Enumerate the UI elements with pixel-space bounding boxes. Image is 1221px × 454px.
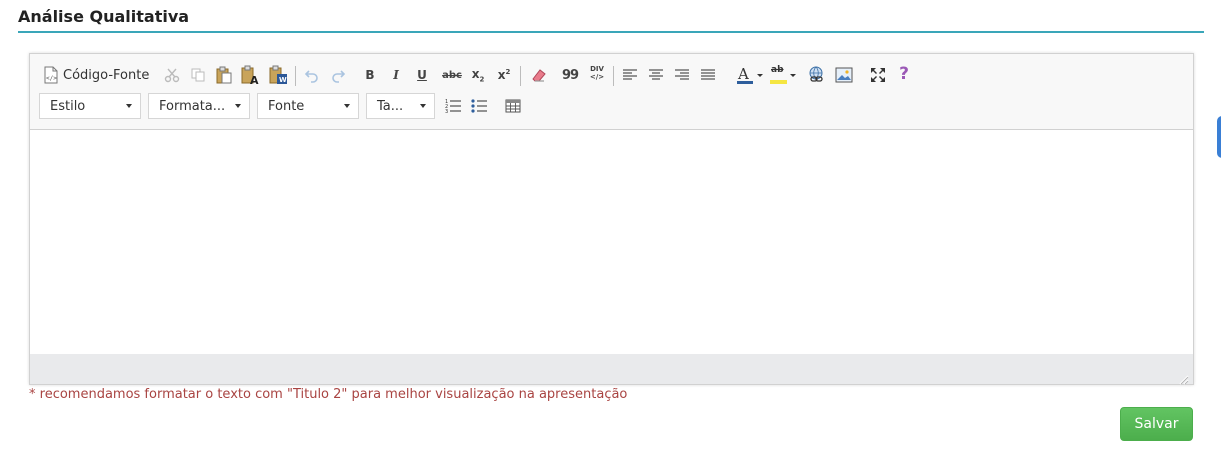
blockquote-button[interactable]: 99 xyxy=(559,64,581,86)
svg-text:A: A xyxy=(250,74,259,85)
paste-word-icon: W xyxy=(269,65,289,85)
numbered-list-button[interactable]: 123 xyxy=(442,95,464,117)
formatting-hint: * recomendamos formatar o texto com "Tit… xyxy=(29,387,628,402)
help-button[interactable]: ? xyxy=(893,63,915,85)
help-icon: ? xyxy=(899,64,909,84)
table-button[interactable] xyxy=(502,95,524,117)
align-center-button[interactable] xyxy=(645,64,667,86)
resize-grip-icon[interactable] xyxy=(1179,370,1189,385)
align-right-icon xyxy=(674,68,690,82)
superscript-icon: x2 xyxy=(497,68,511,82)
remove-format-icon xyxy=(529,67,547,83)
bg-color-button[interactable]: ab xyxy=(767,64,797,86)
undo-icon xyxy=(304,67,320,83)
numbered-list-icon: 123 xyxy=(444,97,462,115)
table-icon xyxy=(505,99,521,113)
cut-icon xyxy=(164,67,180,83)
link-button[interactable] xyxy=(806,64,828,86)
align-left-button[interactable] xyxy=(619,64,641,86)
redo-icon xyxy=(330,67,346,83)
copy-button[interactable] xyxy=(187,64,209,86)
text-color-button[interactable]: A xyxy=(731,64,763,86)
svg-text:W: W xyxy=(279,76,287,84)
paste-button[interactable] xyxy=(213,64,235,86)
italic-icon: I xyxy=(393,68,399,82)
toolbar-separator xyxy=(613,66,614,86)
subscript-button[interactable]: x2 xyxy=(467,64,489,86)
editor-statusbar xyxy=(30,354,1193,385)
blockquote-icon: 99 xyxy=(561,67,579,83)
align-left-icon xyxy=(622,68,638,82)
image-button[interactable] xyxy=(833,64,855,86)
image-icon xyxy=(835,67,853,83)
title-divider xyxy=(18,31,1204,33)
editor-content-area[interactable] xyxy=(30,130,1193,354)
bold-button[interactable]: B xyxy=(359,64,381,86)
copy-icon xyxy=(190,67,206,83)
font-combo[interactable]: Fonte xyxy=(257,93,359,119)
side-tab[interactable] xyxy=(1217,116,1221,158)
cut-button[interactable] xyxy=(161,64,183,86)
toolbar-separator xyxy=(295,66,296,86)
rich-text-editor: </> Código-Fonte A W B I U abc x2 x2 99 … xyxy=(29,53,1194,385)
div-button[interactable]: DIV </> xyxy=(585,62,609,84)
justify-button[interactable] xyxy=(697,64,719,86)
underline-button[interactable]: U xyxy=(411,64,433,86)
subscript-icon: x2 xyxy=(471,66,485,84)
underline-icon: U xyxy=(417,68,427,82)
bulleted-list-button[interactable] xyxy=(468,95,490,117)
chevron-down-icon xyxy=(126,104,132,108)
paste-icon xyxy=(216,66,232,84)
editor-toolbar: </> Código-Fonte A W B I U abc x2 x2 99 … xyxy=(30,54,1193,130)
bulleted-list-icon xyxy=(470,97,488,115)
paste-text-button[interactable]: A xyxy=(239,64,263,86)
chevron-down-icon xyxy=(420,104,426,108)
strike-button[interactable]: abc xyxy=(439,64,465,86)
size-combo[interactable]: Ta... xyxy=(366,93,435,119)
save-button[interactable]: Salvar xyxy=(1120,407,1193,441)
remove-format-button[interactable] xyxy=(527,64,549,86)
maximize-icon xyxy=(870,67,886,83)
bg-color-icon: ab xyxy=(769,65,796,85)
section-title: Análise Qualitativa xyxy=(18,7,190,26)
italic-button[interactable]: I xyxy=(385,64,407,86)
text-color-icon: A xyxy=(735,65,763,85)
source-icon: </> xyxy=(42,66,60,84)
align-right-button[interactable] xyxy=(671,64,693,86)
size-combo-label: Ta... xyxy=(377,98,404,114)
justify-icon xyxy=(700,68,716,82)
style-combo-label: Estilo xyxy=(50,98,86,114)
paste-text-icon: A xyxy=(241,65,261,85)
strike-icon: abc xyxy=(442,69,462,81)
svg-text:</>: </> xyxy=(46,75,57,82)
bold-icon: B xyxy=(365,68,375,82)
format-combo[interactable]: Formata... xyxy=(148,93,250,119)
chevron-down-icon xyxy=(235,104,241,108)
chevron-down-icon xyxy=(344,104,350,108)
source-label: Código-Fonte xyxy=(63,67,150,83)
source-button[interactable]: </> Código-Fonte xyxy=(42,64,149,86)
superscript-button[interactable]: x2 xyxy=(493,64,515,86)
font-combo-label: Fonte xyxy=(268,98,305,114)
align-center-icon xyxy=(648,68,664,82)
toolbar-separator xyxy=(520,66,521,86)
div-icon: DIV </> xyxy=(589,65,605,81)
link-icon xyxy=(808,66,826,84)
paste-word-button[interactable]: W xyxy=(267,64,291,86)
format-combo-label: Formata... xyxy=(159,98,226,114)
maximize-button[interactable] xyxy=(867,64,889,86)
style-combo[interactable]: Estilo xyxy=(39,93,141,119)
undo-button[interactable] xyxy=(301,64,323,86)
svg-text:3: 3 xyxy=(445,109,448,115)
redo-button[interactable] xyxy=(327,64,349,86)
